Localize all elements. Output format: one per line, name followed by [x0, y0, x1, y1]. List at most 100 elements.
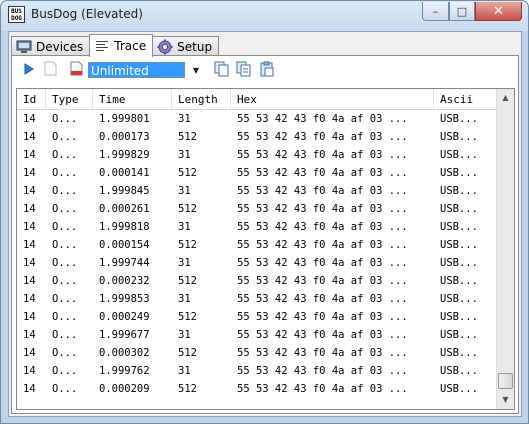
- cell-time: 0.000302: [99, 347, 150, 359]
- export-button[interactable]: [258, 61, 276, 79]
- maximize-button[interactable]: □: [449, 2, 475, 21]
- cell-type: O...: [52, 131, 78, 143]
- cell-time: 1.999818: [99, 221, 150, 233]
- cell-id: 14: [23, 365, 36, 377]
- clear-trace-button[interactable]: [67, 61, 85, 79]
- cell-time: 0.000141: [99, 167, 150, 179]
- table-row[interactable]: 14 O... 1.999829 31 55 53 42 43 f0 4a af 03 …: [17, 146, 496, 164]
- cell-ascii: USB...: [440, 167, 478, 179]
- table-row[interactable]: 14 O... 0.000141 512 55 53 42 43 f0 4a af 03…: [17, 164, 496, 182]
- table-row[interactable]: 14 O... 1.999677 31 55 53 42 43 f0 4a af 03 …: [17, 326, 496, 344]
- tab-trace[interactable]: Trace: [89, 34, 154, 57]
- copy-all-button[interactable]: [235, 61, 253, 79]
- cell-ascii: USB...: [440, 347, 478, 359]
- cell-time: 1.999762: [99, 365, 150, 377]
- close-icon: ✕: [493, 3, 504, 19]
- column-header-ascii[interactable]: Ascii: [434, 89, 496, 110]
- window-title: BusDog (Elevated): [31, 7, 143, 21]
- cell-hex: 55 53 42 43 f0 4a af 03 ...: [237, 167, 408, 179]
- chevron-up-icon: ▲: [502, 93, 509, 102]
- cell-type: O...: [52, 383, 78, 395]
- copy-icon: [214, 61, 230, 80]
- cell-id: 14: [23, 149, 36, 161]
- paste-icon: [259, 61, 275, 80]
- cell-type: O...: [52, 113, 78, 125]
- vertical-scrollbar[interactable]: ▲ ▼: [496, 89, 514, 409]
- table-row[interactable]: 14 O... 0.000173 512 55 53 42 43 f0 4a af 03…: [17, 128, 496, 146]
- table-row[interactable]: 14 O... 0.000261 512 55 53 42 43 f0 4a af 03…: [17, 200, 496, 218]
- table-row[interactable]: 14 O... 0.000154 512 55 53 42 43 f0 4a af 03…: [17, 236, 496, 254]
- cell-length: 31: [178, 185, 191, 197]
- cell-time: 0.000261: [99, 203, 150, 215]
- scroll-down-button[interactable]: ▼: [497, 391, 514, 408]
- table-row[interactable]: 14 O... 0.000232 512 55 53 42 43 f0 4a af 03…: [17, 272, 496, 290]
- cell-time: 1.999845: [99, 185, 150, 197]
- start-trace-button[interactable]: [20, 61, 38, 79]
- title-bar[interactable]: BUS DOG BusDog (Elevated) – □ ✕: [1, 1, 528, 29]
- cell-ascii: USB...: [440, 149, 478, 161]
- table-row[interactable]: 14 O... 1.999818 31 55 53 42 43 f0 4a af 03 …: [17, 218, 496, 236]
- cell-length: 31: [178, 257, 191, 269]
- cell-type: O...: [52, 185, 78, 197]
- table-row[interactable]: 14 O... 0.000302 512 55 53 42 43 f0 4a af 03…: [17, 344, 496, 362]
- table-row[interactable]: 14 O... 0.000209 512 55 53 42 43 f0 4a af 03…: [17, 380, 496, 398]
- cell-hex: 55 53 42 43 f0 4a af 03 ...: [237, 257, 408, 269]
- cell-hex: 55 53 42 43 f0 4a af 03 ...: [237, 149, 408, 161]
- tab-setup[interactable]: Setup: [152, 36, 220, 56]
- table-row[interactable]: 14 O... 1.999853 31 55 53 42 43 f0 4a af 03 …: [17, 290, 496, 308]
- buffer-limit-select[interactable]: Unlimited ▼: [88, 62, 206, 78]
- trace-list[interactable]: Id Type Time Length Hex Ascii 14 O... 1.99…: [16, 88, 515, 410]
- minimize-button[interactable]: –: [422, 2, 449, 21]
- tab-setup-label: Setup: [177, 39, 213, 54]
- trace-panel: Unlimited ▼ Id Type Time Length Hex Asci…: [11, 55, 519, 414]
- cell-hex: 55 53 42 43 f0 4a af 03 ...: [237, 329, 408, 341]
- buffer-limit-value: Unlimited: [88, 62, 185, 78]
- scroll-up-button[interactable]: ▲: [497, 89, 514, 106]
- cell-hex: 55 53 42 43 f0 4a af 03 ...: [237, 203, 408, 215]
- cell-length: 31: [178, 329, 191, 341]
- table-row[interactable]: 14 O... 1.999762 31 55 53 42 43 f0 4a af 03 …: [17, 362, 496, 380]
- cell-type: O...: [52, 293, 78, 305]
- copy-button[interactable]: [213, 61, 231, 79]
- cell-length: 512: [178, 131, 197, 143]
- column-header-hex[interactable]: Hex: [231, 89, 434, 110]
- column-header-type[interactable]: Type: [46, 89, 93, 110]
- cell-type: O...: [52, 221, 78, 233]
- column-header-length[interactable]: Length: [172, 89, 231, 110]
- column-header-id[interactable]: Id: [17, 89, 46, 110]
- table-row[interactable]: 14 O... 1.999845 31 55 53 42 43 f0 4a af 03 …: [17, 182, 496, 200]
- cell-time: 1.999801: [99, 113, 150, 125]
- copy-all-icon: [236, 61, 252, 80]
- cell-id: 14: [23, 275, 36, 287]
- cell-id: 14: [23, 257, 36, 269]
- cell-length: 512: [178, 239, 197, 251]
- cell-id: 14: [23, 131, 36, 143]
- column-header-time[interactable]: Time: [93, 89, 172, 110]
- cell-time: 1.999829: [99, 149, 150, 161]
- cell-hex: 55 53 42 43 f0 4a af 03 ...: [237, 383, 408, 395]
- cell-length: 31: [178, 293, 191, 305]
- tab-strip: Devices Trace Setup: [11, 34, 220, 57]
- cell-type: O...: [52, 329, 78, 341]
- table-row[interactable]: 14 O... 1.999744 31 55 53 42 43 f0 4a af 03 …: [17, 254, 496, 272]
- table-row[interactable]: 14 O... 0.000249 512 55 53 42 43 f0 4a af 03…: [17, 308, 496, 326]
- cell-id: 14: [23, 293, 36, 305]
- close-button[interactable]: ✕: [475, 2, 522, 21]
- client-area: Devices Trace Setup Unlimited ▼ Id Type …: [8, 31, 522, 417]
- chevron-down-icon[interactable]: ▼: [189, 65, 203, 75]
- cell-time: 1.999744: [99, 257, 150, 269]
- trace-rows: 14 O... 1.999801 31 55 53 42 43 f0 4a af 03 …: [17, 110, 496, 409]
- tab-devices[interactable]: Devices: [11, 36, 91, 56]
- cell-time: 1.999677: [99, 329, 150, 341]
- cell-length: 31: [178, 149, 191, 161]
- cell-hex: 55 53 42 43 f0 4a af 03 ...: [237, 239, 408, 251]
- cell-id: 14: [23, 113, 36, 125]
- cell-ascii: USB...: [440, 113, 478, 125]
- table-row[interactable]: 14 O... 1.999801 31 55 53 42 43 f0 4a af 03 …: [17, 110, 496, 128]
- chevron-down-icon: ▼: [502, 395, 509, 404]
- list-header: Id Type Time Length Hex Ascii: [17, 89, 496, 110]
- cell-type: O...: [52, 347, 78, 359]
- scroll-thumb[interactable]: [498, 373, 513, 389]
- cell-ascii: USB...: [440, 365, 478, 377]
- new-trace-button[interactable]: [41, 61, 59, 79]
